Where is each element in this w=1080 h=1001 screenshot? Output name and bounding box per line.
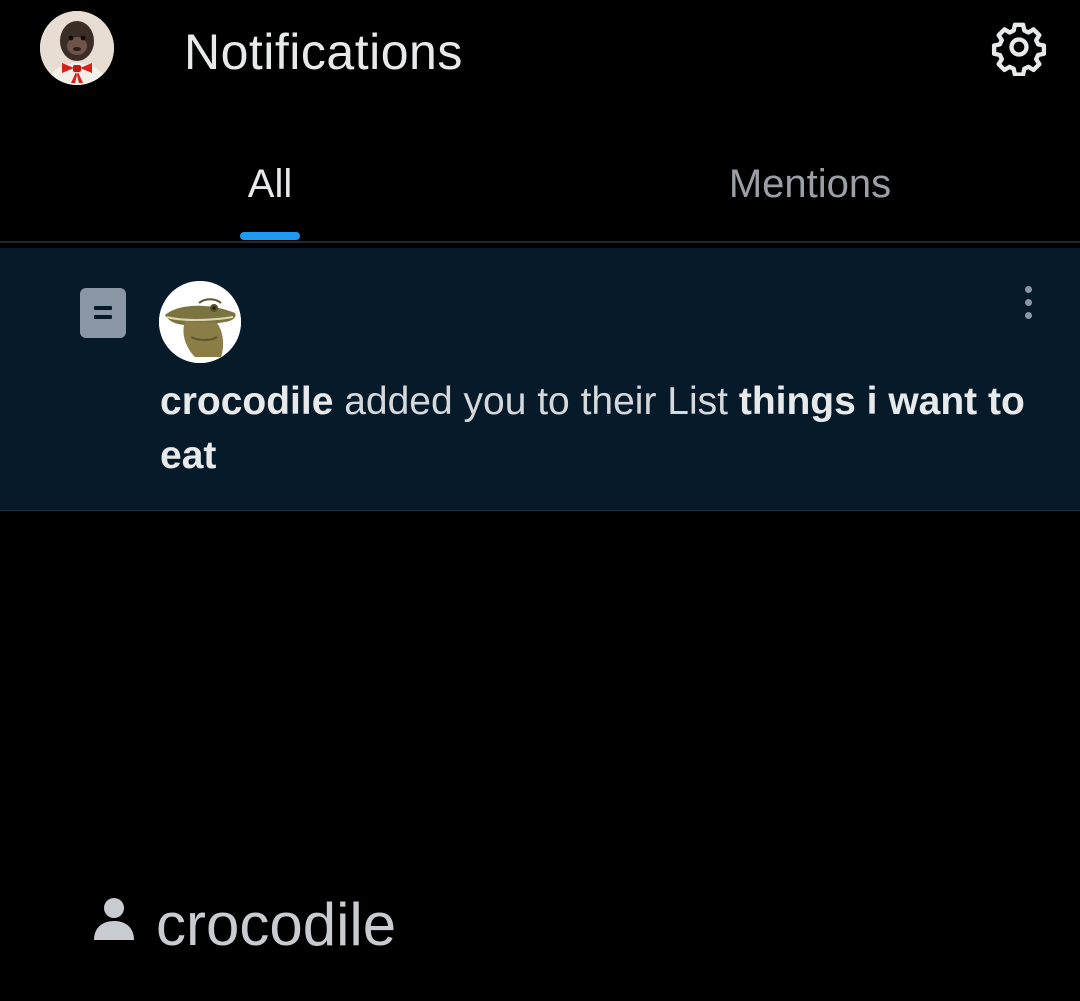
page-title: Notifications [184, 24, 463, 80]
tab-divider [0, 241, 1080, 243]
notification-actor[interactable]: crocodile [160, 380, 333, 423]
crocodile-avatar-icon [159, 281, 241, 363]
crocodile-avatar[interactable] [159, 281, 241, 363]
settings-button[interactable] [990, 18, 1048, 77]
more-vertical-icon [1025, 286, 1032, 293]
tab-all[interactable]: All [0, 130, 540, 242]
notification-action: added you to their List [333, 380, 739, 423]
monkey-avatar-icon [40, 11, 114, 85]
top-bar: Notifications [0, 0, 1080, 110]
more-vertical-icon [1025, 299, 1032, 306]
list-icon-line [94, 315, 112, 319]
list-icon [80, 288, 126, 338]
more-vertical-icon [1025, 312, 1032, 319]
tab-mentions[interactable]: Mentions [540, 130, 1080, 242]
tab-active-indicator [240, 232, 300, 240]
gear-icon [991, 22, 1047, 77]
tab-mentions-label: Mentions [728, 162, 892, 206]
profile-avatar[interactable] [40, 11, 114, 85]
tab-all-label: All [247, 162, 293, 206]
notification-text: crocodile added you to their List things… [160, 375, 1040, 483]
tab-bar: All Mentions [0, 130, 1080, 242]
footer-username: crocodile [156, 891, 397, 958]
more-options-button[interactable] [1010, 284, 1046, 324]
notification-item[interactable]: crocodile added you to their List things… [0, 248, 1080, 511]
list-icon-line [94, 306, 112, 310]
person-icon [94, 898, 134, 940]
